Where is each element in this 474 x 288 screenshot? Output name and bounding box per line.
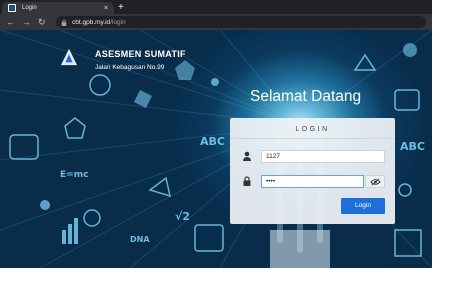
url-text: cbt.gpb.my.id/login: [72, 18, 126, 26]
user-icon: [243, 151, 251, 161]
school-address: Jalan Kebagusan No.99: [95, 64, 165, 71]
browser-tab[interactable]: Login ×: [2, 2, 114, 14]
welcome-heading: Selamat Datang: [250, 88, 362, 105]
abc-doodle-right: ABC: [400, 140, 425, 153]
browser-chrome: Login × + ← → ↻ cbt.gpb.my.id/login: [0, 0, 432, 30]
tab-close-button[interactable]: ×: [104, 5, 108, 12]
dna-doodle: DNA: [130, 235, 150, 244]
back-button[interactable]: ←: [6, 14, 15, 30]
sqrt-doodle: √2: [175, 210, 190, 223]
forward-button[interactable]: →: [22, 14, 31, 30]
abc-doodle: ABC: [200, 135, 225, 148]
new-tab-button[interactable]: +: [118, 2, 124, 14]
secure-lock-icon: [61, 19, 67, 26]
toggle-password-button[interactable]: [365, 175, 385, 188]
page-margin-bottom: [0, 268, 474, 288]
favicon-icon: [8, 4, 16, 12]
divider: [230, 138, 395, 139]
login-page: ASESMEN SUMATIF Jalan Kebagusan No.99 Se…: [0, 30, 432, 268]
login-button[interactable]: Login: [341, 198, 385, 214]
login-heading: LOGIN: [295, 126, 330, 133]
school-logo-icon: [60, 48, 78, 66]
password-field[interactable]: [261, 175, 364, 188]
tab-title: Login: [22, 5, 37, 11]
username-field[interactable]: [261, 150, 385, 163]
eye-slash-icon: [369, 177, 381, 186]
emc-doodle: E=mc: [60, 170, 89, 180]
reload-button[interactable]: ↻: [38, 14, 46, 30]
page-margin-right: [432, 0, 474, 288]
address-bar[interactable]: cbt.gpb.my.id/login: [56, 16, 426, 28]
lock-icon: [243, 176, 251, 186]
login-panel: LOGIN Login: [230, 118, 395, 224]
app-title: ASESMEN SUMATIF: [95, 49, 186, 59]
